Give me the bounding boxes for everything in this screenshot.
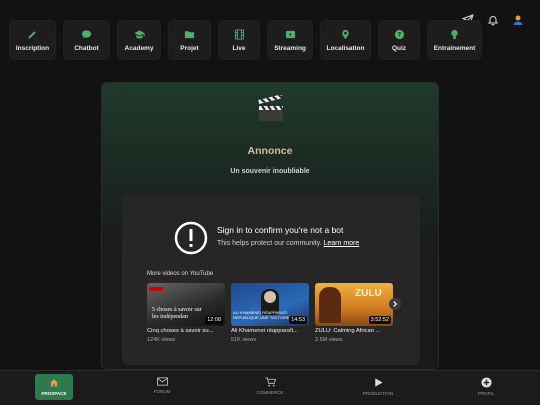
video-views: 51K views <box>231 337 257 343</box>
tab-commerce[interactable]: COMMERCE <box>240 377 300 395</box>
map-pin-icon <box>340 29 351 40</box>
bell-icon[interactable] <box>486 13 499 26</box>
play-icon <box>374 378 383 387</box>
thumb-overlay-text: ZULU <box>355 288 382 299</box>
trophy-icon <box>449 29 460 40</box>
nav-label: Localisation <box>326 44 365 52</box>
tab-label: COMMERCE <box>256 390 284 395</box>
person-face <box>264 291 276 303</box>
video-thumbnail[interactable]: ZULU 3:52:52 <box>315 283 393 326</box>
learn-more-link[interactable]: Learn more <box>323 240 359 247</box>
tab-prospace[interactable]: PROSPACE <box>35 374 73 400</box>
card-subtitle: Un souvenir inoubliable <box>230 168 310 175</box>
yt-desc-text: This helps protect our community. <box>217 240 322 247</box>
clapperboard-icon <box>257 94 285 123</box>
home-icon <box>49 379 59 387</box>
nav-inscription[interactable]: Inscription <box>9 20 56 60</box>
video-icon <box>285 29 296 40</box>
video-duration: 14:53 <box>289 316 307 324</box>
video-card[interactable]: ALI KHAMENEI RÉAPPARAÎT: RÉPUBLIQUE UNE … <box>231 283 309 343</box>
nav-label: Inscription <box>15 44 50 52</box>
nav-projet[interactable]: Projet <box>168 20 211 60</box>
tab-forum[interactable]: FORUM <box>132 377 192 394</box>
nav-label: Projet <box>180 44 199 52</box>
nav-quiz[interactable]: ? Quiz <box>378 20 420 60</box>
folder-icon <box>184 29 195 40</box>
cart-icon <box>265 377 276 387</box>
video-card[interactable]: ZULU 3:52:52 ZULU: Calming African ... 2… <box>315 283 393 343</box>
video-views: 124K views <box>147 337 176 343</box>
tab-profil[interactable]: PROFIL <box>456 377 516 396</box>
film-icon <box>234 28 245 40</box>
next-arrow-button[interactable] <box>389 298 401 310</box>
graduation-cap-icon <box>133 29 145 40</box>
chevron-right-icon <box>393 301 398 307</box>
svg-text:?: ? <box>397 31 401 38</box>
youtube-embed[interactable]: Sign in to confirm you're not a bot This… <box>122 195 420 365</box>
tab-production[interactable]: PRODUCTION <box>348 377 408 396</box>
question-icon: ? <box>394 29 405 40</box>
thumb-overlay-text: 5 choses à savoir sur les indépendan <box>152 307 202 320</box>
nav-label: Live <box>232 44 246 52</box>
nav-entrainement[interactable]: Entrainement <box>427 20 482 60</box>
pencil-icon <box>27 29 38 40</box>
card-title: Annonce <box>247 145 293 157</box>
yt-signin-title: Sign in to confirm you're not a bot <box>217 225 344 235</box>
announcement-card: Annonce Un souvenir inoubliable Sign in … <box>101 82 439 370</box>
video-duration: 12:08 <box>205 316 223 324</box>
nav-label: Streaming <box>274 44 306 52</box>
tab-label: FORUM <box>153 389 171 394</box>
video-thumbnails: 5 choses à savoir sur les indépendan 12:… <box>147 283 393 343</box>
red-tag <box>149 287 163 291</box>
nav-streaming[interactable]: Streaming <box>267 20 313 60</box>
video-card[interactable]: 5 choses à savoir sur les indépendan 12:… <box>147 283 225 343</box>
video-caption: Ali Khamenei réapparaît... <box>231 328 299 334</box>
tab-label: PROFIL <box>477 391 495 396</box>
nav-label: Chatbot <box>74 44 99 52</box>
video-thumbnail[interactable]: ALI KHAMENEI RÉAPPARAÎT: RÉPUBLIQUE UNE … <box>231 283 309 326</box>
alert-icon <box>174 221 208 255</box>
video-caption: ZULU: Calming African ... <box>315 328 381 334</box>
chat-icon <box>81 29 92 40</box>
more-videos-label: More videos on YouTube <box>147 271 214 277</box>
video-thumbnail[interactable]: 5 choses à savoir sur les indépendan 12:… <box>147 283 225 326</box>
feature-nav: Inscription Chatbot Academy Projet Live … <box>9 20 482 60</box>
nav-label: Quiz <box>391 44 407 52</box>
video-caption: Cinq choses à savoir su... <box>147 328 214 334</box>
tab-label: PRODUCTION <box>362 391 394 396</box>
user-avatar-icon[interactable] <box>511 13 524 26</box>
nav-academy[interactable]: Academy <box>117 20 161 60</box>
nav-label: Entrainement <box>433 44 476 52</box>
yt-signin-desc: This helps protect our community. Learn … <box>217 240 359 247</box>
video-duration: 3:52:52 <box>368 316 391 324</box>
nav-live[interactable]: Live <box>218 20 260 60</box>
nav-chatbot[interactable]: Chatbot <box>63 20 110 60</box>
tab-label: PROSPACE <box>41 391 67 396</box>
person-figure <box>319 287 341 323</box>
nav-localisation[interactable]: Localisation <box>320 20 371 60</box>
nav-label: Academy <box>124 44 154 52</box>
video-views: 2.5M views <box>315 337 343 343</box>
mail-icon <box>156 377 168 386</box>
plus-circle-icon <box>480 377 492 388</box>
bottom-nav: PROSPACE FORUM COMMERCE PRODUCTION PROFI… <box>0 370 540 405</box>
